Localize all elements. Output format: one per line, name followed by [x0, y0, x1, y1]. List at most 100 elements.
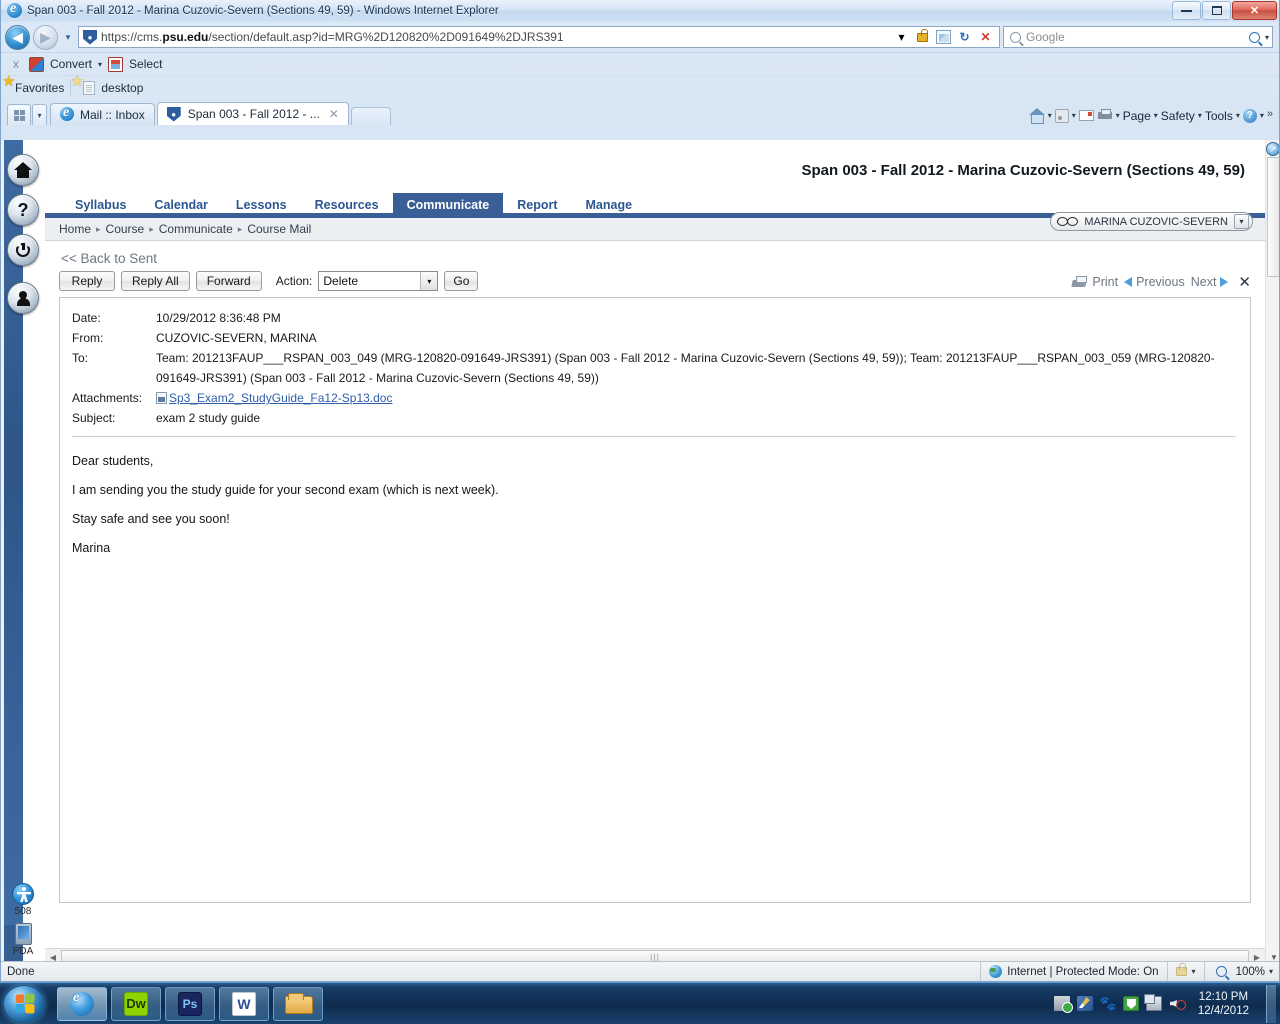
- page-caret-icon[interactable]: ▾: [1154, 111, 1158, 120]
- home-caret-icon[interactable]: ▾: [1048, 111, 1052, 120]
- paw-icon[interactable]: 🐾: [1099, 995, 1116, 1011]
- breadcrumb-separator-icon: ▸: [237, 223, 243, 234]
- tools-menu[interactable]: Tools: [1205, 109, 1233, 123]
- forward-button[interactable]: ▶: [33, 24, 58, 50]
- next-action[interactable]: Next: [1191, 275, 1229, 289]
- print-action[interactable]: Print: [1072, 275, 1118, 289]
- vertical-scroll-thumb[interactable]: [1267, 157, 1279, 277]
- taskbar-item-dreamweaver[interactable]: Dw: [111, 986, 161, 1021]
- search-go-icon[interactable]: [1248, 31, 1260, 43]
- refresh-icon[interactable]: ↻: [955, 28, 974, 47]
- action-select-value: Delete: [323, 274, 359, 288]
- accessibility-508-icon[interactable]: [12, 883, 34, 905]
- reply-all-button[interactable]: Reply All: [121, 271, 190, 291]
- breadcrumb-home[interactable]: Home: [59, 222, 91, 236]
- stop-icon[interactable]: ✕: [976, 28, 995, 47]
- compatibility-view-icon[interactable]: [934, 28, 953, 47]
- chevron-down-icon[interactable]: ▾: [420, 272, 438, 290]
- mail-icon[interactable]: [1078, 110, 1094, 121]
- minimize-button[interactable]: [1172, 1, 1201, 20]
- dock-home-button[interactable]: [7, 154, 39, 186]
- dock-profile-button[interactable]: [7, 282, 39, 314]
- start-button[interactable]: [3, 984, 45, 1023]
- nav-tab-communicate[interactable]: Communicate: [392, 193, 504, 218]
- favorites-item-desktop[interactable]: desktop: [101, 81, 143, 95]
- print-icon[interactable]: [1097, 109, 1113, 122]
- page-menu[interactable]: Page: [1123, 109, 1151, 123]
- privacy-indicator[interactable]: ▾: [1166, 962, 1204, 981]
- tab-close-icon[interactable]: ✕: [329, 107, 339, 121]
- tab-span-003[interactable]: ● Span 003 - Fall 2012 - ... ✕: [156, 102, 349, 125]
- attachment-link[interactable]: Sp3_Exam2_StudyGuide_Fa12-Sp13.doc: [169, 391, 392, 405]
- overflow-chevron-icon[interactable]: »: [1267, 108, 1273, 120]
- scroll-to-top-icon[interactable]: ↗: [1266, 142, 1279, 156]
- search-provider-caret[interactable]: ▾: [1265, 33, 1269, 42]
- rss-caret-icon[interactable]: ▾: [1072, 111, 1076, 120]
- back-to-sent-link[interactable]: << Back to Sent: [59, 247, 1251, 271]
- previous-action[interactable]: Previous: [1124, 275, 1185, 289]
- search-input[interactable]: Google ▾: [1003, 26, 1273, 48]
- zoom-control[interactable]: 100% ▾: [1203, 962, 1279, 981]
- nav-tab-resources[interactable]: Resources: [301, 193, 393, 218]
- nav-tab-manage[interactable]: Manage: [572, 193, 647, 218]
- safety-caret-icon[interactable]: ▾: [1198, 111, 1202, 120]
- pda-icon[interactable]: [14, 923, 32, 945]
- recent-pages-dropdown[interactable]: ▾: [61, 32, 75, 43]
- monitor-icon[interactable]: [1143, 994, 1162, 1011]
- safety-menu[interactable]: Safety: [1161, 109, 1195, 123]
- nav-tab-calendar[interactable]: Calendar: [140, 193, 222, 218]
- favorites-button[interactable]: Favorites: [15, 81, 64, 95]
- nav-tab-lessons[interactable]: Lessons: [222, 193, 301, 218]
- message-paragraph: Stay safe and see you soon!: [72, 512, 230, 526]
- breadcrumb-course[interactable]: Course: [106, 222, 145, 236]
- reply-button[interactable]: Reply: [59, 271, 115, 291]
- nav-tab-report[interactable]: Report: [503, 193, 571, 218]
- dock-logout-button[interactable]: [7, 234, 39, 266]
- dock-help-button[interactable]: ?: [7, 194, 39, 226]
- breadcrumb-course-mail[interactable]: Course Mail: [247, 222, 311, 236]
- show-desktop-button[interactable]: [1266, 984, 1276, 1023]
- shield-icon[interactable]: [1122, 996, 1139, 1011]
- tab-list-caret-icon[interactable]: ▾: [32, 104, 47, 125]
- taskbar-item-explorer[interactable]: [273, 986, 323, 1021]
- taskbar-item-internet-explorer[interactable]: [57, 986, 107, 1021]
- new-tab-button[interactable]: [350, 107, 391, 125]
- close-message-icon[interactable]: ✕: [1238, 273, 1251, 291]
- convert-button[interactable]: Convert: [50, 57, 92, 71]
- pen-icon[interactable]: [1076, 996, 1093, 1011]
- help-caret-icon[interactable]: ▾: [1260, 111, 1264, 120]
- user-menu[interactable]: MARINA CUZOVIC-SEVERN ▾: [1050, 212, 1253, 231]
- security-zone[interactable]: Internet | Protected Mode: On: [980, 962, 1166, 981]
- maximize-button[interactable]: [1202, 1, 1231, 20]
- print-caret-icon[interactable]: ▾: [1116, 111, 1120, 120]
- breadcrumb-communicate[interactable]: Communicate: [159, 222, 233, 236]
- forward-button[interactable]: Forward: [195, 271, 262, 291]
- action-select[interactable]: Delete ▾: [318, 271, 439, 291]
- speaker-muted-icon[interactable]: [1169, 996, 1186, 1011]
- address-input[interactable]: ● https://cms.psu.edu/section/default.as…: [78, 26, 1000, 48]
- tab-mail-inbox[interactable]: Mail :: Inbox: [50, 103, 155, 125]
- help-icon[interactable]: ?: [1242, 108, 1257, 123]
- tools-caret-icon[interactable]: ▾: [1236, 111, 1240, 120]
- home-icon[interactable]: [1028, 108, 1045, 124]
- rss-icon[interactable]: [1054, 108, 1069, 123]
- address-dropdown-icon[interactable]: ▾: [892, 28, 911, 47]
- zoom-caret-icon[interactable]: ▾: [1269, 967, 1273, 976]
- network-icon[interactable]: [1053, 996, 1073, 1013]
- close-button[interactable]: ✕: [1232, 1, 1277, 20]
- lock-icon[interactable]: [913, 28, 932, 47]
- back-button[interactable]: ◀: [5, 24, 30, 50]
- quick-tabs-icon[interactable]: [7, 104, 31, 125]
- taskbar-clock[interactable]: 12:10 PM 12/4/2012: [1192, 990, 1255, 1018]
- privacy-caret-icon[interactable]: ▾: [1192, 967, 1196, 976]
- page-vertical-scrollbar[interactable]: ▲ ▼: [1265, 140, 1279, 965]
- convert-caret-icon[interactable]: ▾: [98, 60, 102, 69]
- select-button[interactable]: Select: [129, 57, 162, 71]
- go-button[interactable]: Go: [444, 271, 479, 291]
- breadcrumb-separator-icon: ▸: [96, 223, 101, 234]
- chevron-down-icon[interactable]: ▾: [1234, 214, 1249, 229]
- taskbar-item-word[interactable]: W: [219, 986, 269, 1021]
- taskbar-item-photoshop[interactable]: Ps: [165, 986, 215, 1021]
- toolbar-close-icon[interactable]: x: [9, 57, 23, 71]
- nav-tab-syllabus[interactable]: Syllabus: [61, 193, 140, 218]
